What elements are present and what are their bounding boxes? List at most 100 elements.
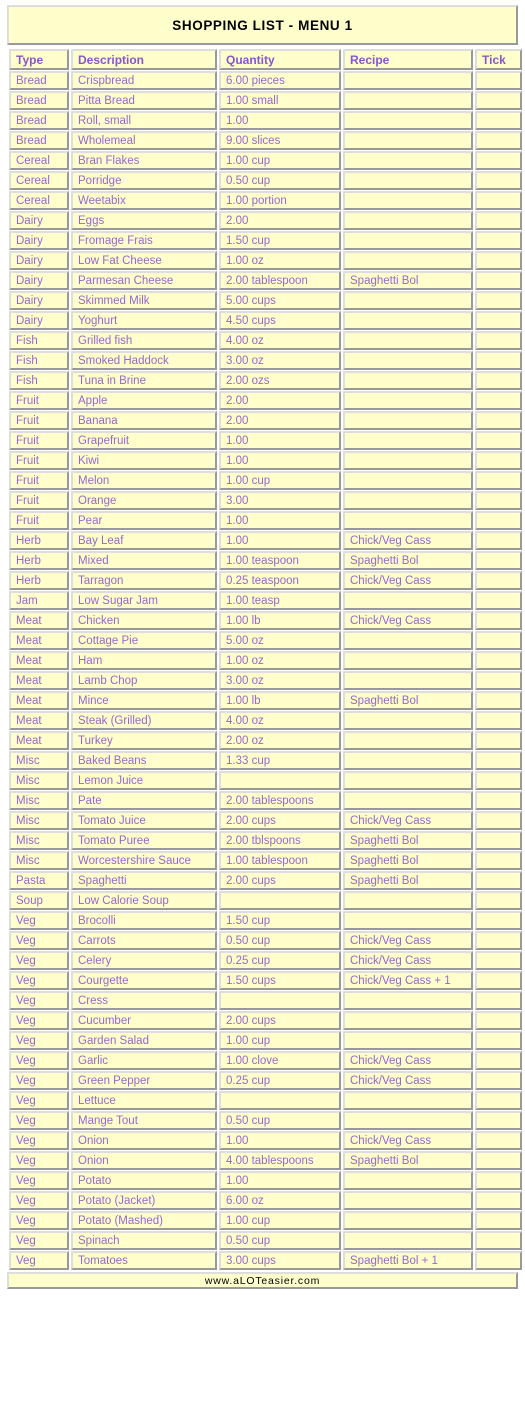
- cell-tick[interactable]: [475, 791, 522, 810]
- cell-tick[interactable]: [475, 491, 522, 510]
- cell-tick[interactable]: [475, 671, 522, 690]
- cell-tick[interactable]: [475, 191, 522, 210]
- cell-tick[interactable]: [475, 171, 522, 190]
- table-row: Misc Tomato Juice 2.00 cups Chick/Veg Cass: [9, 811, 522, 830]
- table-row: Fruit Kiwi 1.00: [9, 451, 522, 470]
- table-row: Veg Potato (Jacket) 6.00 oz: [9, 1191, 522, 1210]
- column-header-tick[interactable]: Tick: [475, 49, 522, 70]
- cell-type: Misc: [9, 851, 69, 870]
- cell-tick[interactable]: [475, 1091, 522, 1110]
- cell-desc: Roll, small: [71, 111, 217, 130]
- cell-tick[interactable]: [475, 1011, 522, 1030]
- cell-tick[interactable]: [475, 371, 522, 390]
- cell-qty: 4.00 oz: [219, 331, 341, 350]
- cell-tick[interactable]: [475, 1111, 522, 1130]
- cell-tick[interactable]: [475, 611, 522, 630]
- table-row: Dairy Low Fat Cheese 1.00 oz: [9, 251, 522, 270]
- cell-tick[interactable]: [475, 891, 522, 910]
- cell-tick[interactable]: [475, 71, 522, 90]
- cell-type: Veg: [9, 1211, 69, 1230]
- cell-tick[interactable]: [475, 451, 522, 470]
- cell-type: Veg: [9, 1171, 69, 1190]
- table-row: Pasta Spaghetti 2.00 cups Spaghetti Bol: [9, 871, 522, 890]
- table-row: Herb Bay Leaf 1.00 Chick/Veg Cass: [9, 531, 522, 550]
- cell-desc: Yoghurt: [71, 311, 217, 330]
- cell-tick[interactable]: [475, 651, 522, 670]
- cell-tick[interactable]: [475, 951, 522, 970]
- table-row: Dairy Fromage Frais 1.50 cup: [9, 231, 522, 250]
- cell-type: Fruit: [9, 491, 69, 510]
- cell-tick[interactable]: [475, 291, 522, 310]
- cell-recipe: Spaghetti Bol: [343, 551, 473, 570]
- cell-tick[interactable]: [475, 411, 522, 430]
- cell-tick[interactable]: [475, 1031, 522, 1050]
- cell-recipe: [343, 631, 473, 650]
- cell-tick[interactable]: [475, 911, 522, 930]
- cell-tick[interactable]: [475, 1231, 522, 1250]
- column-header-type[interactable]: Type: [9, 49, 69, 70]
- cell-tick[interactable]: [475, 631, 522, 650]
- cell-tick[interactable]: [475, 331, 522, 350]
- cell-recipe: [343, 651, 473, 670]
- cell-tick[interactable]: [475, 431, 522, 450]
- cell-tick[interactable]: [475, 971, 522, 990]
- table-row: Dairy Skimmed Milk 5.00 cups: [9, 291, 522, 310]
- cell-tick[interactable]: [475, 271, 522, 290]
- cell-tick[interactable]: [475, 211, 522, 230]
- cell-tick[interactable]: [475, 991, 522, 1010]
- cell-tick[interactable]: [475, 1191, 522, 1210]
- cell-tick[interactable]: [475, 131, 522, 150]
- cell-tick[interactable]: [475, 591, 522, 610]
- cell-type: Meat: [9, 711, 69, 730]
- cell-tick[interactable]: [475, 251, 522, 270]
- cell-tick[interactable]: [475, 711, 522, 730]
- cell-tick[interactable]: [475, 1211, 522, 1230]
- cell-tick[interactable]: [475, 471, 522, 490]
- cell-tick[interactable]: [475, 531, 522, 550]
- cell-tick[interactable]: [475, 851, 522, 870]
- cell-tick[interactable]: [475, 751, 522, 770]
- cell-tick[interactable]: [475, 1251, 522, 1270]
- cell-tick[interactable]: [475, 111, 522, 130]
- cell-qty: 5.00 cups: [219, 291, 341, 310]
- cell-tick[interactable]: [475, 571, 522, 590]
- cell-tick[interactable]: [475, 1051, 522, 1070]
- cell-tick[interactable]: [475, 91, 522, 110]
- cell-desc: Fromage Frais: [71, 231, 217, 250]
- table-row: Veg Onion 1.00 Chick/Veg Cass: [9, 1131, 522, 1150]
- cell-qty: 1.00: [219, 1171, 341, 1190]
- table-row: Veg Green Pepper 0.25 cup Chick/Veg Cass: [9, 1071, 522, 1090]
- cell-recipe: [343, 1171, 473, 1190]
- cell-tick[interactable]: [475, 551, 522, 570]
- table-row: Fruit Melon 1.00 cup: [9, 471, 522, 490]
- cell-tick[interactable]: [475, 511, 522, 530]
- cell-tick[interactable]: [475, 691, 522, 710]
- cell-tick[interactable]: [475, 311, 522, 330]
- cell-tick[interactable]: [475, 1151, 522, 1170]
- cell-recipe: [343, 1231, 473, 1250]
- column-header-desc[interactable]: Description: [71, 49, 217, 70]
- cell-desc: Onion: [71, 1131, 217, 1150]
- cell-recipe: Chick/Veg Cass: [343, 1071, 473, 1090]
- cell-qty: 0.50 cup: [219, 931, 341, 950]
- cell-tick[interactable]: [475, 771, 522, 790]
- cell-desc: Garden Salad: [71, 1031, 217, 1050]
- cell-tick[interactable]: [475, 351, 522, 370]
- cell-tick[interactable]: [475, 391, 522, 410]
- column-header-recipe[interactable]: Recipe: [343, 49, 473, 70]
- cell-qty: 2.00 cups: [219, 1011, 341, 1030]
- cell-tick[interactable]: [475, 931, 522, 950]
- cell-type: Fruit: [9, 471, 69, 490]
- cell-tick[interactable]: [475, 151, 522, 170]
- cell-tick[interactable]: [475, 871, 522, 890]
- cell-desc: Grilled fish: [71, 331, 217, 350]
- cell-tick[interactable]: [475, 811, 522, 830]
- cell-desc: Low Fat Cheese: [71, 251, 217, 270]
- column-header-qty[interactable]: Quantity: [219, 49, 341, 70]
- cell-tick[interactable]: [475, 831, 522, 850]
- cell-tick[interactable]: [475, 1171, 522, 1190]
- cell-tick[interactable]: [475, 231, 522, 250]
- cell-tick[interactable]: [475, 731, 522, 750]
- cell-tick[interactable]: [475, 1131, 522, 1150]
- cell-tick[interactable]: [475, 1071, 522, 1090]
